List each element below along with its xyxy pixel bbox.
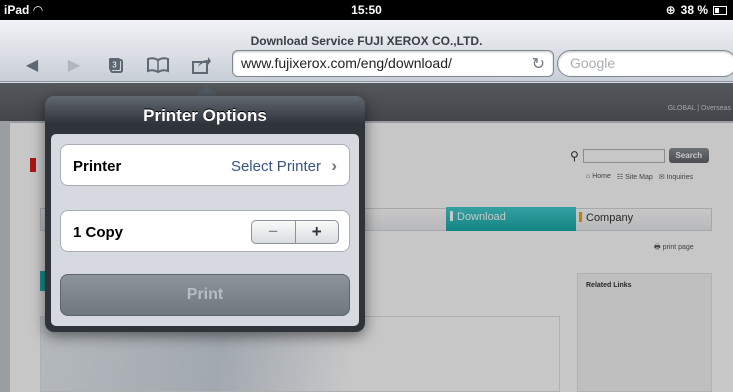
tabs-icon: 3 <box>109 58 123 73</box>
url-text: www.fujixerox.com/eng/download/ <box>241 55 452 71</box>
page-title: Download Service FUJI XEROX CO.,LTD. <box>250 34 483 48</box>
decrement-button[interactable]: − <box>252 221 295 243</box>
print-button[interactable]: Print <box>60 274 350 316</box>
copies-row: 1 Copy − + <box>60 210 350 252</box>
battery-percent: 38 % <box>680 3 708 17</box>
rotation-lock-icon: ⊕ <box>665 3 676 17</box>
battery-icon <box>713 5 727 15</box>
svg-text:3: 3 <box>112 61 117 70</box>
reload-icon[interactable]: ↻ <box>532 54 545 74</box>
chevron-right-icon: › <box>331 156 337 175</box>
bookmarks-icon[interactable] <box>146 54 170 76</box>
clock: 15:50 <box>351 3 382 17</box>
tabs-button[interactable]: 3 <box>104 54 128 76</box>
printer-label: Printer <box>73 158 122 175</box>
browser-toolbar: Download Service FUJI XEROX CO.,LTD. ◀ ▶… <box>0 20 733 82</box>
forward-icon[interactable]: ▶ <box>62 54 86 76</box>
popover-title: Printer Options <box>143 106 267 125</box>
back-icon[interactable]: ◀ <box>20 54 44 76</box>
copies-label: 1 Copy <box>73 224 124 241</box>
url-field[interactable]: www.fujixerox.com/eng/download/ ↻ <box>232 50 554 77</box>
increment-button[interactable]: + <box>294 221 339 243</box>
printer-value: Select Printer <box>230 158 321 175</box>
printer-options-popover: Printer Options Printer Select Printer ›… <box>45 96 365 332</box>
select-printer-row[interactable]: Printer Select Printer › <box>60 144 350 186</box>
search-field[interactable]: Google <box>557 50 733 77</box>
popover-body: Printer Select Printer › 1 Copy − + Prin… <box>51 134 359 326</box>
share-icon[interactable] <box>190 54 214 76</box>
copies-stepper[interactable]: − + <box>251 220 339 244</box>
status-bar: iPad ◠ 15:50 ⊕ 38 % <box>0 0 733 20</box>
